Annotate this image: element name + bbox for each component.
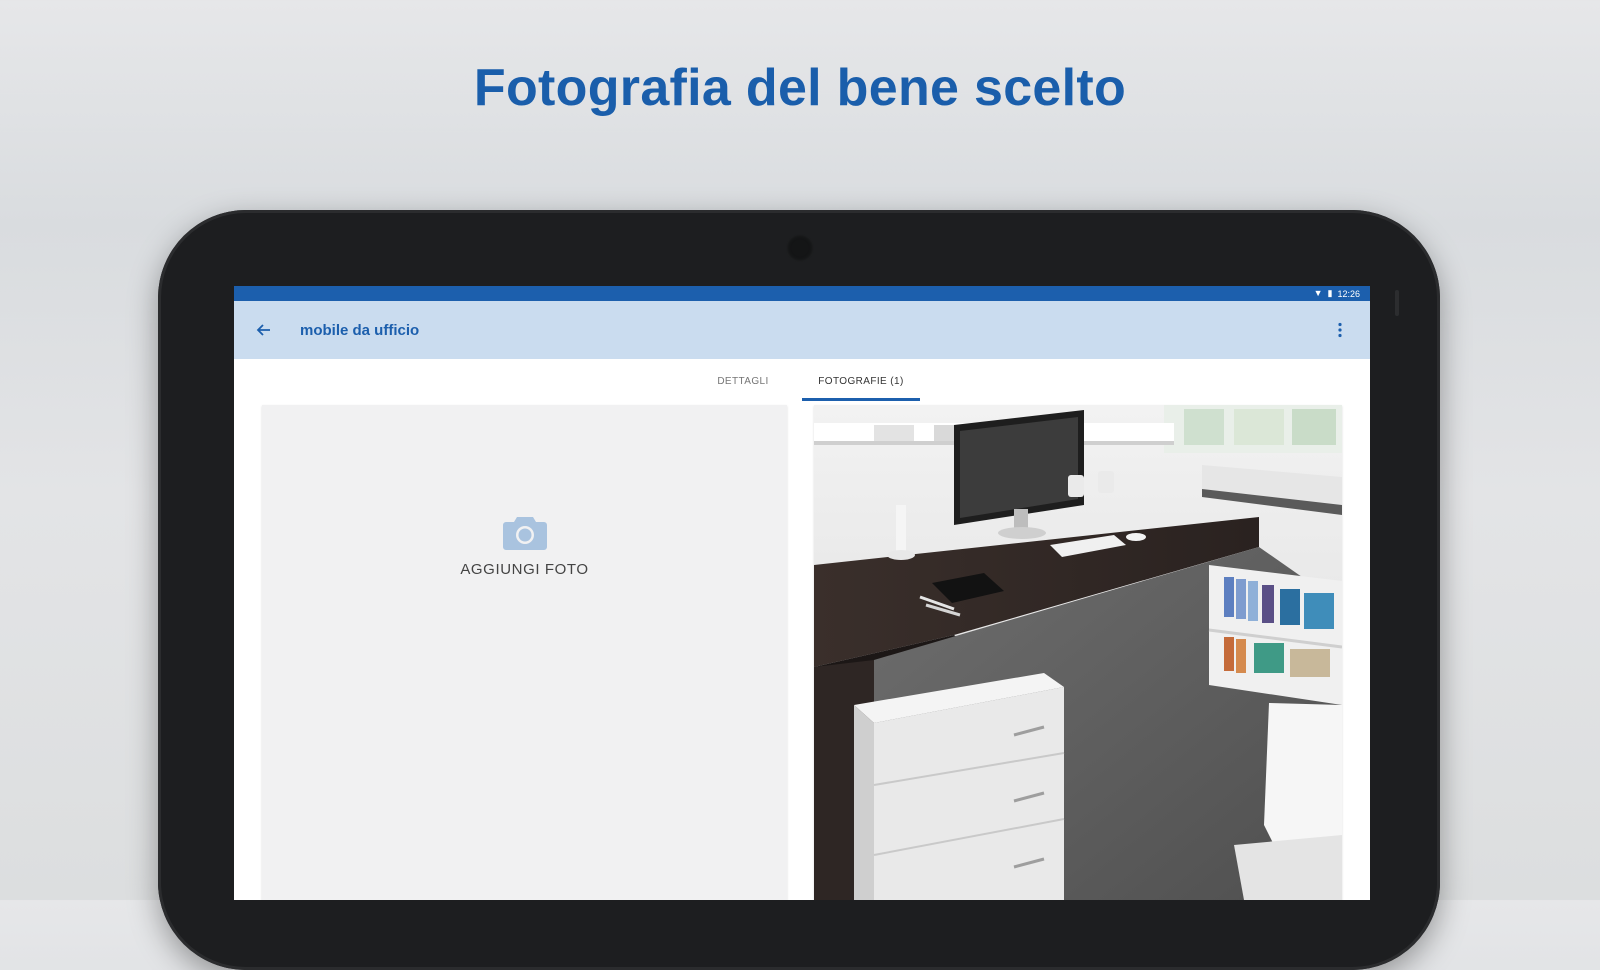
overflow-menu-button[interactable] — [1328, 317, 1352, 343]
photo-thumbnail[interactable] — [814, 405, 1342, 900]
back-button[interactable] — [250, 316, 278, 344]
app-bar-title: mobile da ufficio — [300, 321, 420, 339]
arrow-left-icon — [256, 324, 270, 336]
photos-content: AGGIUNGI FOTO — [234, 403, 1370, 900]
promo-headline: Fotografia del bene scelto — [473, 59, 1127, 117]
add-photo-card[interactable]: AGGIUNGI FOTO — [262, 405, 787, 900]
office-desk-photo — [814, 405, 1342, 900]
front-camera — [786, 234, 814, 262]
status-time: 12:26 — [1337, 288, 1360, 299]
camera-icon — [502, 516, 547, 550]
add-photo-label: AGGIUNGI FOTO — [460, 560, 589, 578]
app-bar: mobile da ufficio — [234, 301, 1370, 359]
battery-icon: ▮ — [1327, 288, 1333, 298]
more-vertical-icon — [1338, 322, 1342, 338]
wifi-icon: ▼ — [1313, 288, 1323, 298]
tab-dettagli[interactable]: DETTAGLI — [684, 359, 802, 403]
tab-fotografie[interactable]: FOTOGRAFIE (1) — [802, 359, 920, 403]
status-bar: ▼ ▮ 12:26 — [234, 286, 1370, 301]
tab-bar: DETTAGLI FOTOGRAFIE (1) — [234, 359, 1370, 403]
tablet-side-button — [1395, 290, 1399, 316]
app-screen: ▼ ▮ 12:26 mobile da ufficio DETTAGLI FOT… — [234, 286, 1370, 900]
